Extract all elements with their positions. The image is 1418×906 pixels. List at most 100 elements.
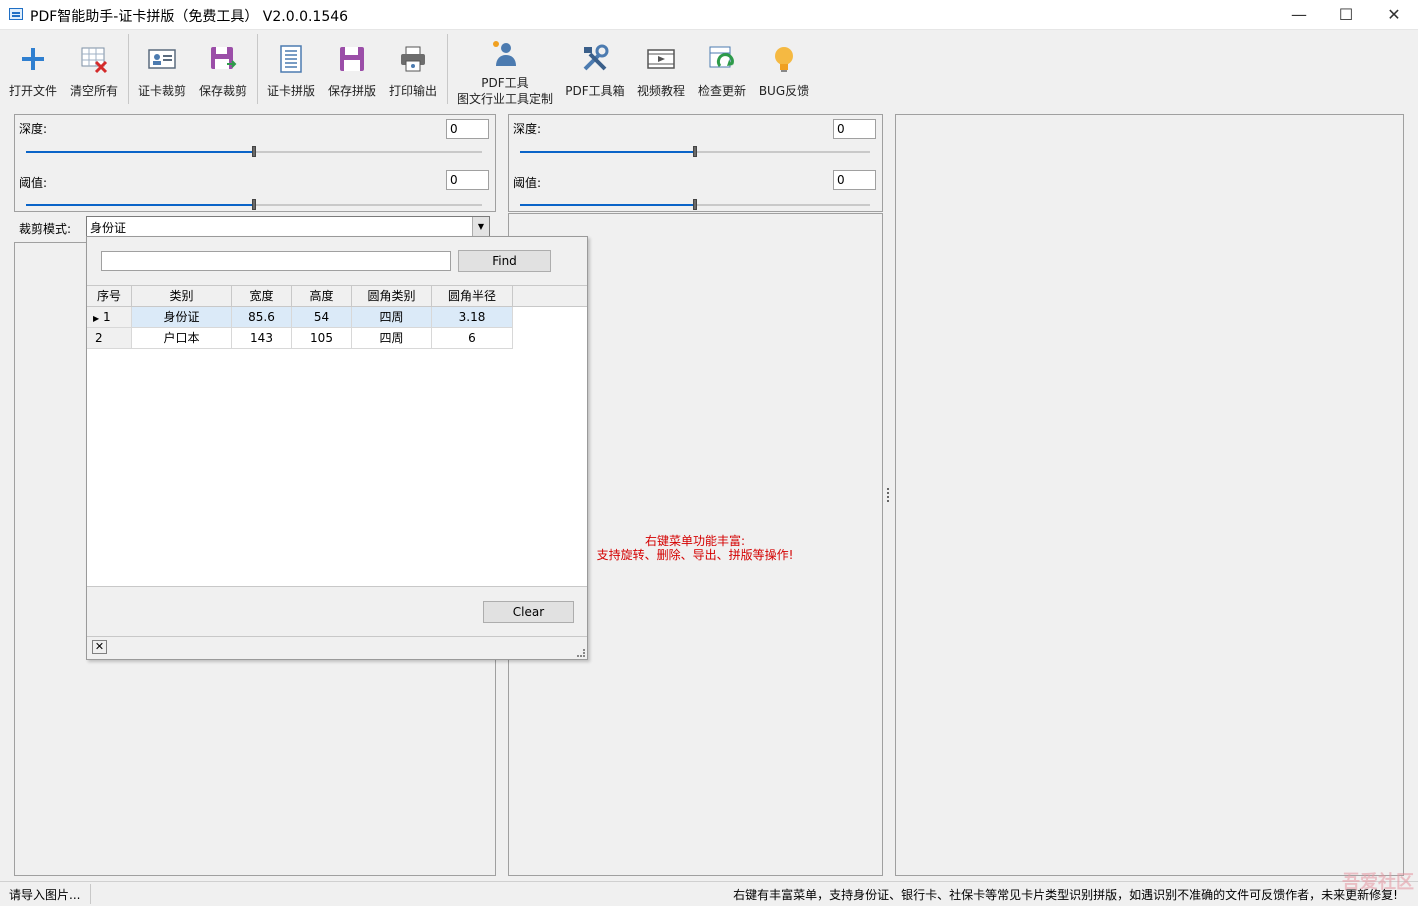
dropdown-arrow-icon[interactable]: ▼ xyxy=(472,217,489,236)
mid-threshold-slider-fill xyxy=(520,204,695,206)
table-cell: 54 xyxy=(292,307,352,328)
print-label: 打印输出 xyxy=(388,84,437,98)
lightbulb-icon xyxy=(775,47,793,72)
column-header-filler xyxy=(513,286,587,307)
id-card-icon xyxy=(148,49,176,69)
clear-button[interactable]: Clear xyxy=(483,601,574,623)
find-search-input[interactable] xyxy=(101,251,451,271)
toolbar-separator xyxy=(128,34,129,104)
splitter-grip[interactable] xyxy=(887,488,889,502)
mid-threshold-input[interactable]: 0 xyxy=(833,170,876,190)
toolbar-separator xyxy=(257,34,258,104)
video-tutorial-button[interactable]: 视频教程 xyxy=(631,32,691,106)
app-icon xyxy=(9,8,23,20)
mid-depth-label: 深度: xyxy=(513,122,542,136)
save-layout-label: 保存拼版 xyxy=(327,84,376,98)
resize-grip-icon[interactable] xyxy=(577,649,585,657)
right-preview-panel[interactable] xyxy=(895,114,1404,876)
video-tutorial-label: 视频教程 xyxy=(636,84,685,98)
table-cell: 四周 xyxy=(352,307,432,328)
crop-mode-dropdown-popup: Find 序号 类别 宽度 高度 圆角类别 圆角半径 ▶ 1 身份证 85.6 … xyxy=(86,236,588,660)
pdf-custom-line2: 图文行业工具定制 xyxy=(456,92,553,106)
card-layout-button[interactable]: 证卡拼版 xyxy=(261,32,321,106)
depth-input[interactable]: 0 xyxy=(446,119,489,139)
mid-threshold-label: 阈值: xyxy=(513,176,542,190)
mid-depth-slider[interactable] xyxy=(520,146,870,157)
table-cell: 2 xyxy=(87,328,132,349)
update-icon xyxy=(709,46,734,68)
column-header[interactable]: 类别 xyxy=(132,286,232,307)
printer-icon xyxy=(401,46,425,72)
plus-icon xyxy=(22,48,44,70)
threshold-slider-thumb[interactable] xyxy=(252,199,256,210)
row-indicator: ▶ 1 xyxy=(87,307,132,328)
table-cell: 四周 xyxy=(352,328,432,349)
save-crop-label: 保存裁剪 xyxy=(198,84,247,98)
threshold-input[interactable]: 0 xyxy=(446,170,489,190)
clear-table-icon xyxy=(81,47,108,74)
table-cell: 6 xyxy=(432,328,513,349)
column-header[interactable]: 宽度 xyxy=(232,286,292,307)
threshold-slider-fill xyxy=(26,204,254,206)
title-bar: PDF智能助手-证卡拼版（免费工具） V2.0.0.1546 — ☐ ✕ xyxy=(0,0,1418,30)
window-title: PDF智能助手-证卡拼版（免费工具） V2.0.0.1546 xyxy=(30,9,349,25)
minimize-button[interactable]: — xyxy=(1276,0,1322,30)
table-cell: 身份证 xyxy=(132,307,232,328)
pdf-toolbox-button[interactable]: PDF工具箱 xyxy=(563,32,627,106)
bug-report-label: BUG反馈 xyxy=(758,84,810,98)
column-header[interactable]: 序号 xyxy=(87,286,132,307)
save-icon xyxy=(211,47,237,69)
depth-label: 深度: xyxy=(19,122,48,136)
mid-depth-slider-thumb[interactable] xyxy=(693,146,697,157)
depth-slider[interactable] xyxy=(26,146,482,157)
print-button[interactable]: 打印输出 xyxy=(383,32,443,106)
popup-divider xyxy=(87,636,587,637)
table-cell: 1 xyxy=(102,310,111,324)
threshold-label: 阈值: xyxy=(19,176,48,190)
mid-threshold-slider[interactable] xyxy=(520,199,870,210)
check-update-label: 检查更新 xyxy=(697,84,746,98)
status-divider xyxy=(90,884,91,904)
table-cell: 143 xyxy=(232,328,292,349)
save-crop-button[interactable]: 保存裁剪 xyxy=(193,32,253,106)
column-header[interactable]: 圆角类别 xyxy=(352,286,432,307)
toolbar-separator xyxy=(447,34,448,104)
layout-page-icon xyxy=(280,45,302,73)
mid-depth-input[interactable]: 0 xyxy=(833,119,876,139)
close-popup-icon[interactable]: ✕ xyxy=(92,640,107,654)
clear-all-button[interactable]: 清空所有 xyxy=(64,32,124,106)
pdf-custom-tools-button[interactable]: PDF工具 图文行业工具定制 xyxy=(452,32,558,106)
table-cell: 105 xyxy=(292,328,352,349)
film-icon xyxy=(647,49,675,69)
threshold-slider[interactable] xyxy=(26,199,482,210)
check-update-button[interactable]: 检查更新 xyxy=(692,32,752,106)
save-layout-button[interactable]: 保存拼版 xyxy=(322,32,382,106)
table-cell: 85.6 xyxy=(232,307,292,328)
table-cell: 户口本 xyxy=(132,328,232,349)
tools-icon xyxy=(583,44,609,71)
crop-mode-value: 身份证 xyxy=(90,221,127,235)
close-button[interactable]: ✕ xyxy=(1371,0,1417,30)
open-file-button[interactable]: 打开文件 xyxy=(4,32,62,106)
find-button[interactable]: Find xyxy=(458,250,551,272)
save-icon xyxy=(340,47,364,71)
mid-depth-slider-fill xyxy=(520,151,695,153)
depth-slider-thumb[interactable] xyxy=(252,146,256,157)
left-settings-panel: 深度: 0 阈值: 0 xyxy=(14,114,496,212)
crop-mode-combobox[interactable]: 身份证 ▼ xyxy=(86,216,490,237)
mid-threshold-slider-thumb[interactable] xyxy=(693,199,697,210)
bug-report-button[interactable]: BUG反馈 xyxy=(754,32,814,106)
depth-slider-fill xyxy=(26,151,254,153)
table-cell: 3.18 xyxy=(432,307,513,328)
crop-mode-table: 序号 类别 宽度 高度 圆角类别 圆角半径 ▶ 1 身份证 85.6 54 四周… xyxy=(87,285,587,587)
card-crop-label: 证卡裁剪 xyxy=(137,84,186,98)
mid-settings-panel: 深度: 0 阈值: 0 xyxy=(508,114,883,212)
crop-mode-label: 裁剪模式: xyxy=(19,222,72,236)
status-left-text: 请导入图片... xyxy=(9,888,81,902)
user-sun-icon xyxy=(493,41,516,66)
column-header[interactable]: 圆角半径 xyxy=(432,286,513,307)
card-crop-button[interactable]: 证卡裁剪 xyxy=(132,32,192,106)
maximize-button[interactable]: ☐ xyxy=(1323,0,1369,30)
column-header[interactable]: 高度 xyxy=(292,286,352,307)
clear-all-label: 清空所有 xyxy=(69,84,118,98)
